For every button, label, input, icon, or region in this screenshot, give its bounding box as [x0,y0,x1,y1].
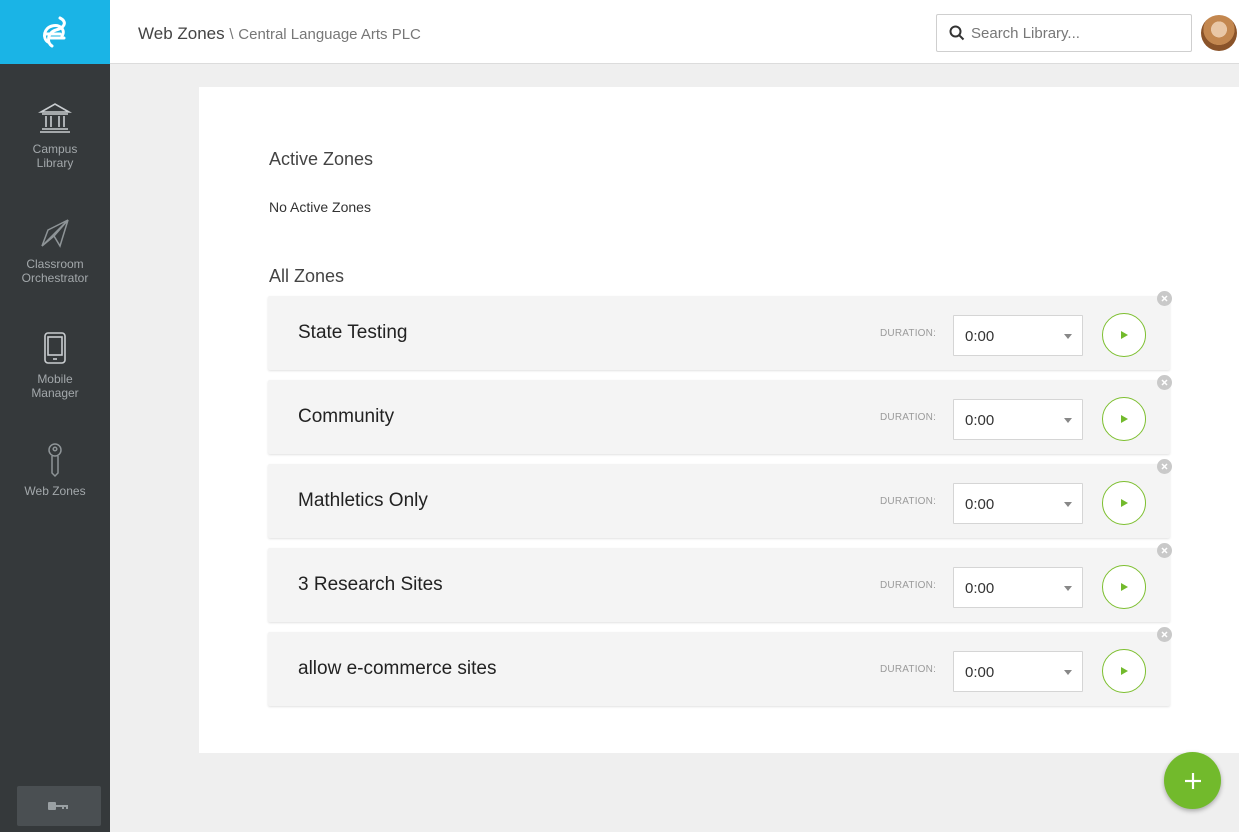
duration-select[interactable]: 0:00 [953,315,1083,356]
close-icon [1161,379,1168,386]
zone-name: 3 Research Sites [298,574,443,595]
plus-icon [1184,772,1201,789]
app-logo[interactable] [0,0,110,64]
key-icon [35,440,75,480]
search-input[interactable] [971,24,1171,42]
sidebar-item-label: Mobile Manager [31,372,79,400]
play-icon [1121,667,1128,675]
start-zone-button[interactable] [1102,481,1146,525]
close-icon [1161,547,1168,554]
paper-plane-icon [35,213,75,253]
zone-name: allow e-commerce sites [298,658,497,679]
play-icon [1121,331,1128,339]
sidebar: Campus Library Classroom Orchestrator Mo [0,0,110,832]
delete-zone-button[interactable] [1157,459,1172,474]
library-icon [35,98,75,138]
duration-select[interactable]: 0:00 [953,483,1083,524]
duration-label: DURATION: [880,496,937,507]
duration-value: 0:00 [965,664,995,681]
user-avatar[interactable] [1201,15,1237,51]
breadcrumb-organization[interactable]: Central Language Arts PLC [238,26,421,43]
sidebar-item-label: Web Zones [24,484,86,498]
start-zone-button[interactable] [1102,649,1146,693]
duration-label: DURATION: [880,664,937,675]
duration-value: 0:00 [965,580,995,597]
zone-card: Community DURATION: 0:00 [268,375,1172,454]
start-zone-button[interactable] [1102,397,1146,441]
key-icon [48,802,68,810]
sign-out-button[interactable] [17,786,101,826]
active-zones-heading: Active Zones [269,149,374,169]
duration-value: 0:00 [965,328,995,345]
duration-label: DURATION: [880,328,937,339]
delete-zone-button[interactable] [1157,375,1172,390]
top-header: Web Zones \ Central Language Arts PLC [110,0,1239,64]
sidebar-item-label: Classroom Orchestrator [21,257,89,285]
chevron-down-icon [1064,670,1072,675]
sidebar-item-campus-library[interactable]: Campus Library [0,98,110,170]
delete-zone-button[interactable] [1157,291,1172,306]
delete-zone-button[interactable] [1157,543,1172,558]
zone-card: Mathletics Only DURATION: 0:00 [268,459,1172,538]
duration-value: 0:00 [965,496,995,513]
play-icon [1121,583,1128,591]
play-icon [1121,499,1128,507]
start-zone-button[interactable] [1102,565,1146,609]
zone-card: allow e-commerce sites DURATION: 0:00 [268,627,1172,706]
sidebar-item-mobile-manager[interactable]: Mobile Manager [0,328,110,400]
chevron-down-icon [1064,334,1072,339]
zone-card: State Testing DURATION: 0:00 [268,291,1172,370]
main-panel: Active Zones No Active Zones All Zones S… [199,87,1239,753]
close-icon [1161,295,1168,302]
zone-card: 3 Research Sites DURATION: 0:00 [268,543,1172,622]
zone-name: State Testing [298,322,408,343]
page-title: Web Zones [138,24,225,43]
add-zone-button[interactable] [1164,752,1221,809]
logo-icon [43,16,66,48]
all-zones-heading: All Zones [269,266,345,286]
sidebar-item-label: Campus Library [32,142,78,170]
search-icon [949,25,965,41]
tablet-icon [35,328,75,368]
close-icon [1161,463,1168,470]
zone-name: Community [298,406,395,427]
duration-select[interactable]: 0:00 [953,651,1083,692]
duration-value: 0:00 [965,412,995,429]
search-box[interactable] [936,14,1192,52]
duration-label: DURATION: [880,412,937,423]
no-active-zones-text: No Active Zones [269,199,371,215]
play-icon [1121,415,1128,423]
chevron-down-icon [1064,502,1072,507]
sidebar-item-web-zones[interactable]: Web Zones [0,440,110,498]
duration-select[interactable]: 0:00 [953,399,1083,440]
delete-zone-button[interactable] [1157,627,1172,642]
zone-name: Mathletics Only [298,490,428,511]
start-zone-button[interactable] [1102,313,1146,357]
chevron-down-icon [1064,586,1072,591]
breadcrumb: Web Zones \ Central Language Arts PLC [138,24,421,44]
sidebar-item-classroom-orchestrator[interactable]: Classroom Orchestrator [0,213,110,285]
close-icon [1161,631,1168,638]
chevron-down-icon [1064,418,1072,423]
duration-label: DURATION: [880,580,937,591]
breadcrumb-separator: \ [229,26,234,43]
duration-select[interactable]: 0:00 [953,567,1083,608]
